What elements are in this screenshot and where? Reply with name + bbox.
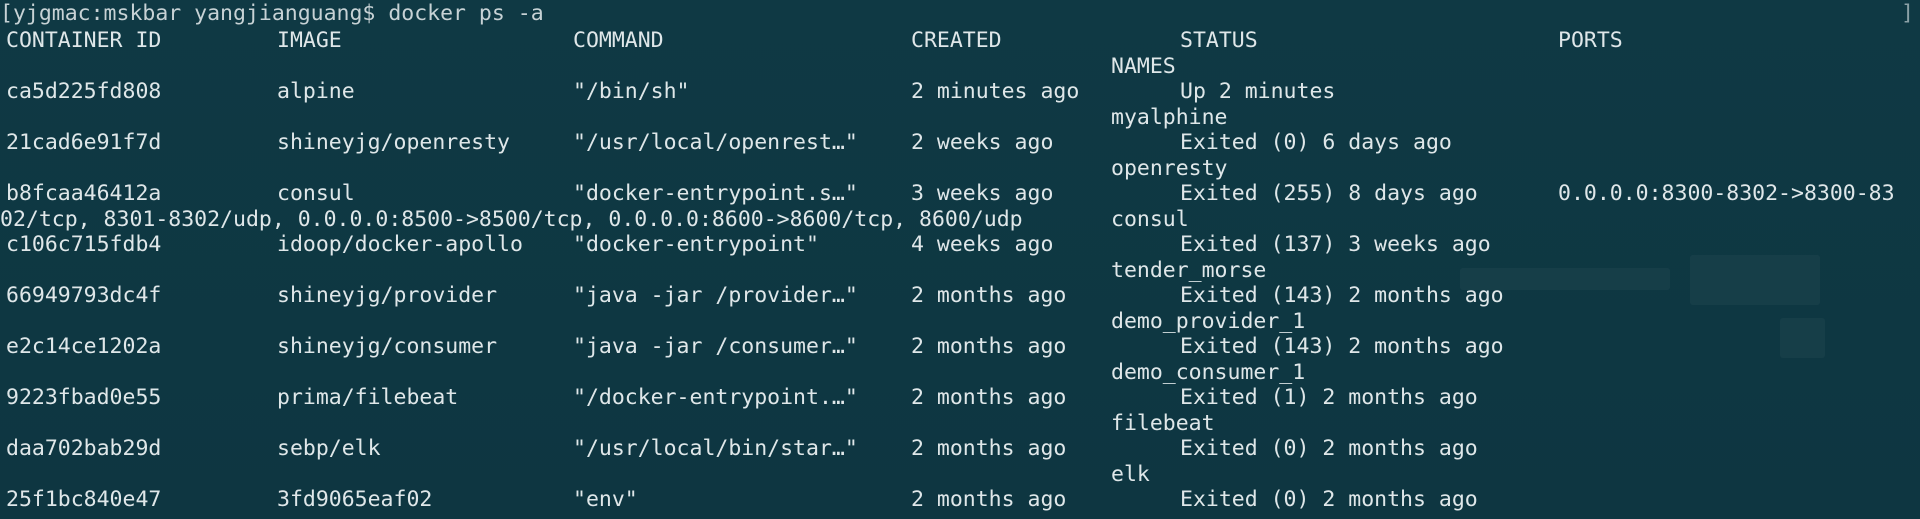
command: "/usr/local/openrest…" [573, 130, 858, 155]
container-id: ca5d225fd808 [6, 79, 162, 104]
image-name: idoop/docker-apollo [277, 232, 523, 257]
table-row[interactable]: c106c715fdb4 idoop/docker-apollo "docker… [0, 232, 1920, 257]
table-row-wrap: demo_consumer_1 [0, 360, 1920, 385]
command: "/usr/local/bin/star…" [573, 436, 858, 461]
container-name: openresty [1111, 156, 1228, 181]
container-id: 25f1bc840e47 [6, 487, 162, 512]
status: Exited (137) 3 weeks ago [1180, 232, 1491, 257]
status: Up 2 minutes [1180, 79, 1336, 104]
table-row[interactable]: 66949793dc4f shineyjg/provider "java -ja… [0, 283, 1920, 308]
table-row[interactable]: daa702bab29d sebp/elk "/usr/local/bin/st… [0, 436, 1920, 461]
container-id: c106c715fdb4 [6, 232, 162, 257]
created: 2 months ago [911, 334, 1067, 359]
container-name: demo_consumer_1 [1111, 360, 1306, 385]
table-row[interactable]: ca5d225fd808 alpine "/bin/sh" 2 minutes … [0, 79, 1920, 104]
ports: 0.0.0.0:8300-8302->8300-83 [1558, 181, 1895, 206]
table-row-wrap: elk [0, 462, 1920, 487]
container-name: tender_morse [1111, 258, 1267, 283]
terminal-window[interactable]: [yjgmac:mskbar yangjianguang$ docker ps … [0, 0, 1920, 519]
table-row-wrap: 02/tcp, 8301-8302/udp, 0.0.0.0:8500->850… [0, 207, 1920, 232]
image-name: shineyjg/openresty [277, 130, 510, 155]
command: "docker-entrypoint" [573, 232, 819, 257]
container-name: filebeat [1111, 411, 1215, 436]
prompt-command: [yjgmac:mskbar yangjianguang$ docker ps … [0, 1, 544, 26]
table-row[interactable]: b8fcaa46412a consul "docker-entrypoint.s… [0, 181, 1920, 206]
scroll-bracket: ] [1901, 1, 1914, 26]
container-id: e2c14ce1202a [6, 334, 162, 359]
created: 3 weeks ago [911, 181, 1054, 206]
status: Exited (0) 2 months ago [1180, 436, 1478, 461]
command: "/docker-entrypoint.…" [573, 385, 858, 410]
table-row[interactable]: 21cad6e91f7d shineyjg/openresty "/usr/lo… [0, 130, 1920, 155]
image-name: alpine [277, 79, 355, 104]
status: Exited (143) 2 months ago [1180, 283, 1504, 308]
table-row-wrap: filebeat [0, 411, 1920, 436]
container-id: b8fcaa46412a [6, 181, 162, 206]
status: Exited (0) 2 months ago [1180, 487, 1478, 512]
table-header: CONTAINER ID IMAGE COMMAND CREATED STATU… [0, 28, 1920, 53]
status: Exited (255) 8 days ago [1180, 181, 1478, 206]
command: "java -jar /provider…" [573, 283, 858, 308]
image-name: 3fd9065eaf02 [277, 487, 433, 512]
container-name: myalphine [1111, 105, 1228, 130]
command: "/bin/sh" [573, 79, 690, 104]
status: Exited (0) 6 days ago [1180, 130, 1452, 155]
header-ports: PORTS [1558, 28, 1623, 53]
created: 4 weeks ago [911, 232, 1054, 257]
table-header-wrap: NAMES [0, 54, 1920, 79]
container-id: 66949793dc4f [6, 283, 162, 308]
created: 2 minutes ago [911, 79, 1080, 104]
image-name: sebp/elk [277, 436, 381, 461]
header-command: COMMAND [573, 28, 664, 53]
container-name: elk [1111, 462, 1150, 487]
command: "env" [573, 487, 638, 512]
image-name: prima/filebeat [277, 385, 459, 410]
table-row-wrap: myalphine [0, 105, 1920, 130]
header-container-id: CONTAINER ID [6, 28, 162, 53]
container-name: demo_provider_1 [1111, 309, 1306, 334]
created: 2 months ago [911, 436, 1067, 461]
table-row-wrap: openresty [0, 156, 1920, 181]
command: "docker-entrypoint.s…" [573, 181, 858, 206]
table-row[interactable]: e2c14ce1202a shineyjg/consumer "java -ja… [0, 334, 1920, 359]
table-row-wrap: tender_morse [0, 258, 1920, 283]
header-status: STATUS [1180, 28, 1258, 53]
prompt-line: [yjgmac:mskbar yangjianguang$ docker ps … [0, 1, 1920, 26]
ports-continued: 02/tcp, 8301-8302/udp, 0.0.0.0:8500->850… [0, 207, 1023, 232]
created: 2 months ago [911, 283, 1067, 308]
table-row[interactable]: 25f1bc840e47 3fd9065eaf02 "env" 2 months… [0, 487, 1920, 512]
image-name: consul [277, 181, 355, 206]
image-name: shineyjg/provider [277, 283, 498, 308]
created: 2 weeks ago [911, 130, 1054, 155]
status: Exited (143) 2 months ago [1180, 334, 1504, 359]
image-name: shineyjg/consumer [277, 334, 498, 359]
created: 2 months ago [911, 487, 1067, 512]
created: 2 months ago [911, 385, 1067, 410]
command: "java -jar /consumer…" [573, 334, 858, 359]
container-name: consul [1111, 207, 1189, 232]
table-row[interactable]: 9223fbad0e55 prima/filebeat "/docker-ent… [0, 385, 1920, 410]
header-created: CREATED [911, 28, 1002, 53]
container-id: 9223fbad0e55 [6, 385, 162, 410]
container-id: 21cad6e91f7d [6, 130, 162, 155]
table-row-wrap: demo_provider_1 [0, 309, 1920, 334]
header-image: IMAGE [277, 28, 342, 53]
status: Exited (1) 2 months ago [1180, 385, 1478, 410]
container-id: daa702bab29d [6, 436, 162, 461]
header-names: NAMES [1111, 54, 1176, 79]
